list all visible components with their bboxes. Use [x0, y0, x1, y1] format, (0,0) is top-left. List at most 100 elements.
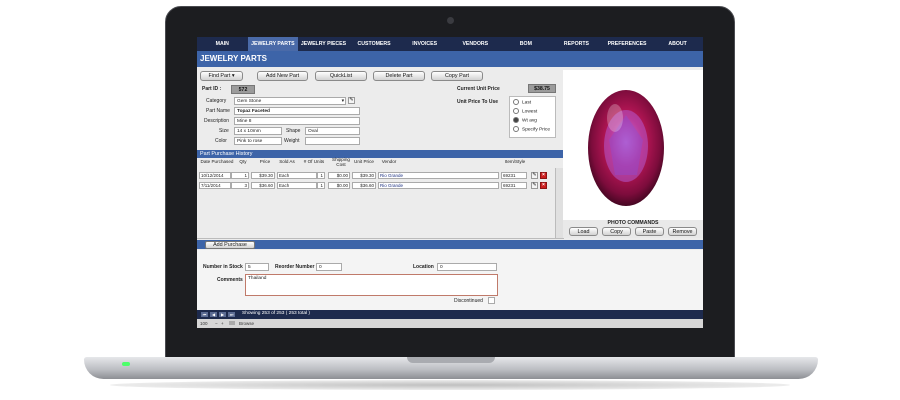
part-name-field[interactable]: Topaz Faceted: [234, 107, 360, 115]
nav-customers[interactable]: CUSTOMERS: [349, 37, 400, 51]
first-record-icon[interactable]: ⏮: [201, 312, 208, 317]
size-label: Size: [219, 128, 229, 134]
radio-last[interactable]: Last: [513, 99, 531, 105]
category-dropdown[interactable]: Gem Stone ▾: [234, 97, 346, 105]
prev-record-icon[interactable]: ◀: [210, 312, 217, 317]
col-shipping-cost: Shipping Cost: [332, 157, 350, 167]
row2-vendor-link[interactable]: Rio Grande: [380, 183, 403, 188]
row2-date[interactable]: 7/11/2014: [199, 182, 231, 189]
row2-unit-price[interactable]: $36.60: [352, 182, 376, 189]
part-id-value: 572: [231, 85, 255, 94]
nav-main[interactable]: MAIN: [197, 37, 248, 51]
row1-vendor[interactable]: Rio Grande: [378, 172, 499, 179]
row2-vendor[interactable]: Rio Grande: [378, 182, 499, 189]
page-title: JEWELRY PARTS: [197, 51, 703, 67]
delete-part-button[interactable]: Delete Part: [373, 71, 425, 81]
dropdown-arrow-icon: ▾: [231, 73, 235, 79]
last-record-icon[interactable]: ⏭: [228, 312, 235, 317]
comments-label: Comments: [217, 277, 243, 283]
laptop-shadow: [110, 380, 790, 390]
photo-paste-button[interactable]: Paste: [635, 227, 664, 236]
app-screen: MAIN JEWELRY PARTS JEWELRY PIECES CUSTOM…: [197, 37, 703, 328]
part-id-label: Part ID :: [202, 86, 222, 92]
current-unit-price-value: $38.75: [528, 84, 556, 93]
mode-bar: 100 − + Browse: [197, 319, 703, 328]
photo-commands: PHOTO COMMANDS Load Copy Paste Remove: [563, 220, 703, 238]
radio-icon: [513, 126, 519, 132]
shape-field[interactable]: Oval: [305, 127, 360, 135]
history-scrollbar[interactable]: [555, 168, 563, 238]
row2-shipping[interactable]: $0.00: [328, 182, 350, 189]
photo-commands-label: PHOTO COMMANDS: [607, 220, 659, 226]
row1-price[interactable]: $39.30: [251, 172, 275, 179]
radio-last-label: Last: [522, 100, 532, 106]
zoom-in-icon[interactable]: +: [221, 319, 224, 328]
row1-units[interactable]: 1: [317, 172, 325, 179]
zoom-out-icon[interactable]: −: [215, 319, 218, 328]
category-value: Gem Stone: [237, 99, 262, 104]
nav-jewelry-pieces[interactable]: JEWELRY PIECES: [298, 37, 349, 51]
pencil-icon[interactable]: ✎: [531, 172, 538, 179]
row1-date[interactable]: 10/12/2014: [199, 172, 231, 179]
row2-item-style[interactable]: 69231: [501, 182, 527, 189]
category-label: Category: [206, 98, 227, 104]
nav-preferences[interactable]: PREFERENCES: [602, 37, 653, 51]
row2-qty[interactable]: 3: [231, 182, 249, 189]
delete-x-icon[interactable]: ×: [540, 172, 547, 179]
copy-part-button[interactable]: Copy Part: [431, 71, 483, 81]
row2-price[interactable]: $36.60: [251, 182, 275, 189]
photo-copy-button[interactable]: Copy: [602, 227, 631, 236]
photo-remove-button[interactable]: Remove: [668, 227, 697, 236]
row1-item-style[interactable]: 69231: [501, 172, 527, 179]
add-new-part-button[interactable]: Add New Part: [257, 71, 308, 81]
row2-units[interactable]: 1: [317, 182, 325, 189]
radio-specify-price-label: Specify Price: [522, 127, 550, 133]
comments-textarea[interactable]: Thailand: [245, 274, 498, 296]
weight-field[interactable]: [305, 137, 360, 145]
row1-shipping[interactable]: $0.00: [328, 172, 350, 179]
location-field[interactable]: 0: [437, 263, 497, 271]
row1-vendor-link[interactable]: Rio Grande: [380, 173, 403, 178]
col-item-style: Item/Style: [504, 159, 526, 164]
delete-x-icon[interactable]: ×: [540, 182, 547, 189]
row1-unit-price[interactable]: $39.30: [352, 172, 376, 179]
next-record-icon[interactable]: ▶: [219, 312, 226, 317]
zoom-level[interactable]: 100: [200, 319, 208, 328]
location-label: Location: [413, 264, 434, 270]
radio-wt-avg[interactable]: Wt avg: [513, 117, 537, 123]
row2-sold-as[interactable]: Each: [277, 182, 317, 189]
discontinued-checkbox[interactable]: [488, 297, 495, 304]
add-purchase-button[interactable]: Add Purchase: [205, 241, 255, 249]
pencil-icon[interactable]: ✎: [531, 182, 538, 189]
radio-selected-icon: [513, 117, 519, 123]
photo-load-button[interactable]: Load: [569, 227, 598, 236]
nav-jewelry-parts[interactable]: JEWELRY PARTS: [247, 37, 299, 51]
row1-qty[interactable]: 1: [231, 172, 249, 179]
radio-icon: [513, 99, 519, 105]
description-field[interactable]: Mine 8: [234, 117, 360, 125]
nav-bom[interactable]: BOM: [501, 37, 552, 51]
color-field[interactable]: Pink to rose: [234, 137, 282, 145]
power-led: [122, 362, 130, 366]
nav-about[interactable]: ABOUT: [652, 37, 703, 51]
webcam: [447, 17, 454, 24]
nav-invoices[interactable]: INVOICES: [399, 37, 450, 51]
radio-lowest[interactable]: Lowest: [513, 108, 537, 114]
quicklist-button[interactable]: QuickList: [315, 71, 367, 81]
number-in-stock-field[interactable]: 5: [245, 263, 269, 271]
col-units: # Of Units: [303, 159, 325, 164]
description-label: Description: [204, 118, 230, 124]
col-vendor: Vendor: [381, 159, 397, 164]
reorder-number-field[interactable]: 0: [316, 263, 342, 271]
radio-specify-price[interactable]: Specify Price: [513, 126, 550, 132]
chevron-down-icon: ▾: [341, 99, 344, 104]
size-field[interactable]: 14 x 10mm: [234, 127, 282, 135]
top-nav: MAIN JEWELRY PARTS JEWELRY PIECES CUSTOM…: [197, 37, 703, 51]
status-toggle-icon[interactable]: [229, 321, 235, 325]
edit-category-icon[interactable]: ✎: [348, 97, 355, 104]
number-in-stock-label: Number in Stock: [203, 264, 243, 270]
nav-vendors[interactable]: VENDORS: [450, 37, 501, 51]
nav-reports[interactable]: REPORTS: [551, 37, 602, 51]
row1-sold-as[interactable]: Each: [277, 172, 317, 179]
find-part-button[interactable]: Find Part ▾: [200, 71, 243, 81]
